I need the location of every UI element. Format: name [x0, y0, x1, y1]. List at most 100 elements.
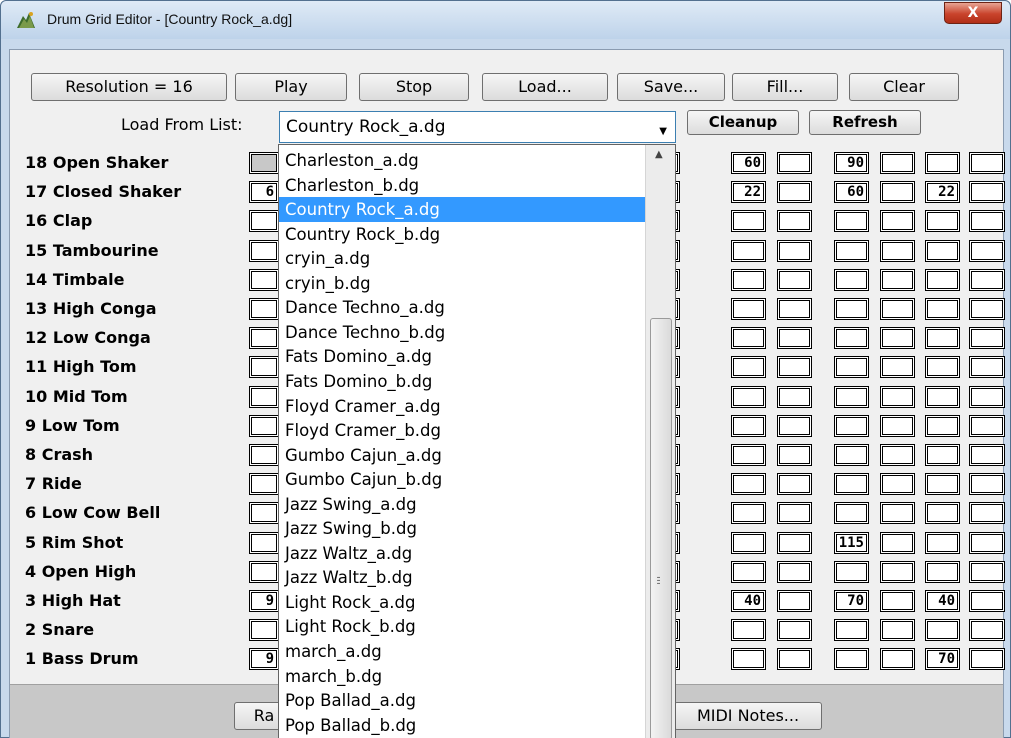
grid-cell[interactable] — [925, 298, 960, 320]
grid-cell[interactable] — [777, 444, 812, 466]
dropdown-item[interactable]: Jazz Swing_a.dg — [279, 492, 645, 517]
dropdown-item[interactable]: Dance Techno_a.dg — [279, 295, 645, 320]
dropdown-item[interactable]: Light Rock_b.dg — [279, 614, 645, 639]
grid-cell[interactable] — [249, 531, 279, 554]
grid-cell[interactable] — [969, 239, 1005, 262]
scroll-thumb[interactable]: ⁃ ⁃ ⁃ — [650, 318, 672, 738]
dropdown-item[interactable]: Charleston_b.dg — [279, 173, 645, 198]
grid-cell[interactable] — [880, 268, 915, 291]
grid-cell[interactable] — [731, 619, 766, 642]
grid-cell[interactable] — [925, 152, 960, 174]
grid-cell[interactable] — [969, 327, 1005, 350]
dropdown-item[interactable]: cryin_a.dg — [279, 246, 645, 271]
grid-cell[interactable] — [834, 327, 869, 350]
midi-notes-button[interactable]: MIDI Notes... — [674, 702, 822, 730]
grid-cell[interactable] — [880, 444, 915, 466]
grid-cell[interactable] — [880, 502, 915, 525]
grid-cell[interactable] — [880, 473, 915, 496]
grid-cell[interactable] — [777, 414, 812, 437]
chevron-down-icon[interactable]: ▼ — [659, 126, 667, 137]
dropdown-item[interactable]: Floyd Cramer_a.dg — [279, 394, 645, 419]
grid-cell[interactable] — [880, 239, 915, 262]
dropdown-item[interactable]: Floyd Cramer_b.dg — [279, 418, 645, 443]
dropdown-item[interactable]: march_a.dg — [279, 639, 645, 664]
grid-cell[interactable] — [249, 239, 279, 262]
close-button[interactable]: X — [944, 2, 1002, 24]
grid-cell[interactable] — [777, 298, 812, 320]
grid-cell[interactable]: 60 — [834, 181, 869, 204]
grid-cell[interactable] — [969, 560, 1005, 583]
grid-cell[interactable] — [249, 619, 279, 642]
refresh-button[interactable]: Refresh — [809, 110, 921, 135]
grid-cell[interactable] — [731, 502, 766, 525]
cleanup-button[interactable]: Cleanup — [687, 110, 799, 135]
grid-cell[interactable] — [925, 327, 960, 350]
dropdown-item[interactable]: Jazz Waltz_b.dg — [279, 565, 645, 590]
dropdown-item[interactable]: Pop Ballad_a.dg — [279, 688, 645, 713]
scroll-up-arrow-icon[interactable]: ▲ — [655, 149, 663, 160]
grid-cell[interactable]: 22 — [731, 181, 766, 204]
grid-cell[interactable] — [925, 239, 960, 262]
grid-cell[interactable] — [777, 590, 812, 612]
grid-cell[interactable] — [731, 298, 766, 320]
grid-cell[interactable] — [969, 414, 1005, 437]
grid-cell[interactable] — [925, 268, 960, 291]
grid-cell[interactable] — [925, 356, 960, 379]
clear-button[interactable]: Clear — [849, 73, 959, 101]
grid-cell[interactable] — [925, 385, 960, 408]
grid-cell[interactable] — [834, 210, 869, 233]
grid-cell[interactable] — [731, 531, 766, 554]
grid-cell[interactable] — [731, 239, 766, 262]
dropdown-item[interactable]: Gumbo Cajun_b.dg — [279, 467, 645, 492]
load-from-list-dropdown[interactable]: Country Rock_a.dg ▼ — [279, 111, 676, 143]
grid-cell[interactable] — [777, 210, 812, 233]
grid-cell[interactable] — [880, 648, 915, 671]
grid-cell[interactable] — [249, 560, 279, 583]
grid-cell[interactable] — [834, 619, 869, 642]
grid-cell[interactable] — [969, 648, 1005, 671]
grid-cell[interactable] — [880, 560, 915, 583]
grid-cell[interactable] — [731, 444, 766, 466]
grid-cell[interactable] — [777, 181, 812, 204]
grid-cell[interactable] — [880, 356, 915, 379]
grid-cell[interactable] — [834, 385, 869, 408]
grid-cell[interactable] — [880, 298, 915, 320]
dropdown-item[interactable]: Charleston_a.dg — [279, 148, 645, 173]
load-from-list-popup[interactable]: Charleston_a.dg Charleston_b.dg Country Ro… — [278, 144, 676, 738]
grid-cell[interactable] — [731, 327, 766, 350]
grid-cell[interactable] — [880, 385, 915, 408]
grid-cell[interactable] — [731, 560, 766, 583]
grid-cell[interactable] — [880, 619, 915, 642]
grid-cell[interactable] — [969, 268, 1005, 291]
grid-cell[interactable] — [925, 414, 960, 437]
grid-cell[interactable] — [925, 473, 960, 496]
load-button[interactable]: Load... — [482, 73, 608, 101]
grid-cell[interactable] — [249, 210, 279, 233]
grid-cell[interactable] — [249, 268, 279, 291]
grid-cell[interactable] — [777, 648, 812, 671]
grid-cell[interactable] — [880, 181, 915, 204]
grid-cell[interactable] — [834, 502, 869, 525]
grid-cell[interactable] — [777, 268, 812, 291]
grid-cell[interactable] — [249, 298, 279, 320]
dropdown-item[interactable]: march_b.dg — [279, 664, 645, 689]
grid-cell[interactable] — [249, 327, 279, 350]
fill-button[interactable]: Fill... — [732, 73, 838, 101]
grid-cell[interactable]: 40 — [925, 590, 960, 612]
dropdown-item[interactable]: Light Rock_a.dg — [279, 590, 645, 615]
grid-cell[interactable] — [777, 560, 812, 583]
grid-cell[interactable] — [731, 385, 766, 408]
grid-cell[interactable] — [969, 356, 1005, 379]
grid-cell[interactable] — [249, 385, 279, 408]
grid-cell[interactable] — [834, 268, 869, 291]
grid-cell[interactable]: 40 — [731, 590, 766, 612]
grid-cell[interactable]: 90 — [834, 152, 869, 174]
grid-cell[interactable] — [731, 414, 766, 437]
grid-cell[interactable]: 70 — [834, 590, 869, 612]
grid-cell[interactable]: 115 — [834, 531, 869, 554]
stop-button[interactable]: Stop — [359, 73, 469, 101]
grid-cell[interactable] — [969, 210, 1005, 233]
dropdown-item[interactable]: Country Rock_a.dg — [279, 197, 645, 223]
grid-cell[interactable] — [925, 502, 960, 525]
grid-cell[interactable] — [249, 152, 279, 174]
